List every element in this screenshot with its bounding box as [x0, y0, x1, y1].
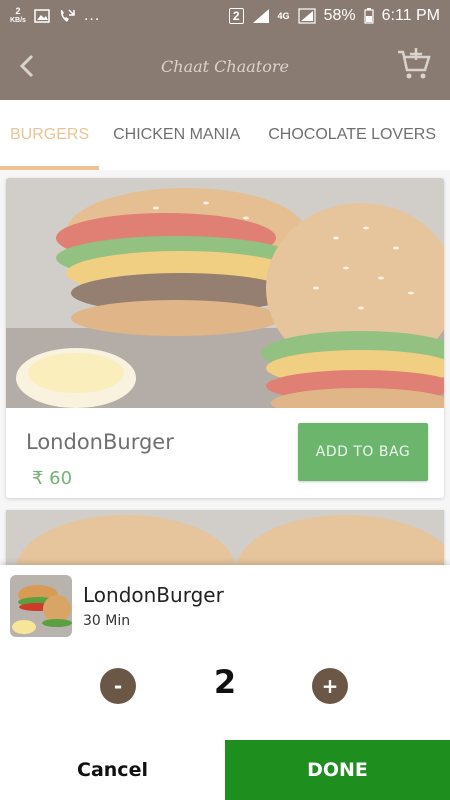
burger-thumbnail-image	[10, 575, 72, 637]
product-thumbnail	[10, 575, 72, 637]
sheet-product-name: LondonBurger	[83, 583, 224, 607]
cancel-button[interactable]: Cancel	[0, 740, 225, 800]
done-button[interactable]: DONE	[225, 740, 450, 800]
increase-quantity-button[interactable]: +	[312, 668, 348, 704]
quantity-value: 2	[213, 663, 237, 701]
dim-overlay[interactable]	[0, 0, 450, 565]
quantity-sheet: LondonBurger 30 Min - 2 + Cancel DONE	[0, 565, 450, 800]
decrease-quantity-button[interactable]: -	[100, 668, 136, 704]
prep-time: 30 Min	[83, 613, 131, 629]
